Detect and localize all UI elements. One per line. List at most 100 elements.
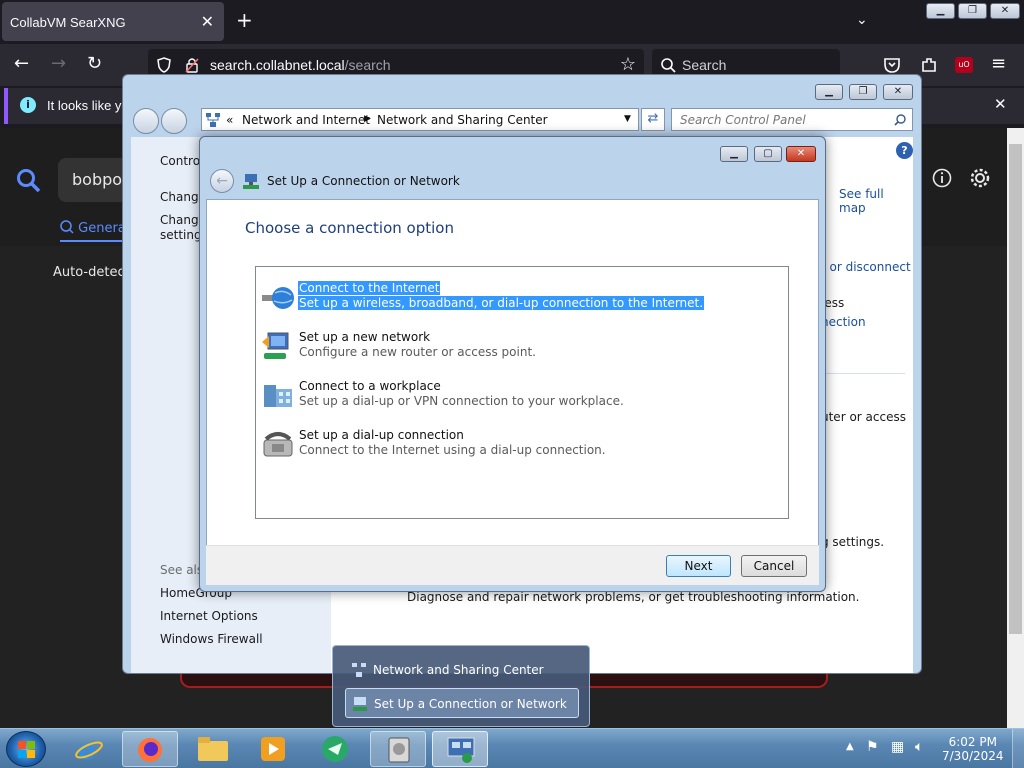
see-also-internet-options[interactable]: Internet Options — [160, 609, 258, 623]
show-hidden-icons[interactable]: ▲ — [846, 741, 854, 752]
shield-icon[interactable] — [156, 57, 172, 73]
taskbar-explorer[interactable] — [186, 731, 242, 767]
pocket-icon[interactable] — [883, 56, 901, 74]
restore-button[interactable]: ❐ — [958, 3, 987, 19]
page-scrollbar[interactable] — [1007, 128, 1024, 728]
reload-icon[interactable]: ↻ — [87, 54, 102, 74]
settings-text: g settings. — [821, 535, 885, 549]
network-center-icon — [447, 737, 475, 763]
show-desktop-button[interactable] — [1012, 729, 1024, 768]
tab-title: CollabVM SearXNG — [10, 15, 126, 30]
clock-date: 7/30/2024 — [942, 749, 1004, 763]
network-center-icon — [352, 663, 366, 677]
cp-minimize-button[interactable]: ▁ — [815, 84, 843, 100]
dialog-close-button[interactable]: ✕ — [786, 146, 816, 162]
browser-tab[interactable]: CollabVM SearXNG ✕ — [2, 2, 224, 41]
option-desc: Set up a wireless, broadband, or dial-up… — [298, 296, 705, 310]
search-icon — [661, 58, 676, 73]
insecure-lock-icon[interactable] — [184, 57, 200, 73]
search-placeholder: Search — [682, 57, 727, 73]
close-notification-icon[interactable]: ✕ — [994, 95, 1007, 113]
extensions-icon[interactable] — [920, 56, 938, 74]
breadcrumb-arrow-icon[interactable]: ▶ — [364, 114, 371, 124]
connection-option-list: Connect to the Internet Set up a wireles… — [255, 266, 789, 519]
cp-back-button[interactable] — [133, 108, 159, 134]
scrollbar-thumb[interactable] — [1009, 144, 1022, 634]
cp-search-box[interactable]: Search Control Panel — [671, 108, 913, 131]
dialog-body: Choose a connection option Connect to th… — [206, 199, 819, 585]
chevron-down-icon[interactable]: ⌄ — [856, 12, 868, 28]
cp-divider — [821, 373, 905, 374]
taskbar-control-panel[interactable] — [432, 731, 488, 767]
volume-muted-icon[interactable]: 🔈︎ — [915, 739, 923, 755]
option-new-network[interactable]: Set up a new network Configure a new rou… — [262, 326, 782, 366]
taskbar-app[interactable] — [308, 731, 364, 767]
back-icon[interactable]: ← — [14, 54, 29, 74]
connection-link[interactable]: nection — [821, 315, 866, 329]
option-connect-internet[interactable]: Connect to the Internet Set up a wireles… — [262, 277, 782, 317]
cp-left-control[interactable]: Control — [160, 154, 203, 168]
option-title: Set up a new network — [299, 330, 431, 344]
active-tab-underline — [60, 240, 124, 242]
help-icon[interactable]: ? — [896, 142, 913, 159]
close-button[interactable]: ✕ — [990, 3, 1020, 19]
taskbar-internet-explorer[interactable]: e — [62, 731, 118, 767]
refresh-icon[interactable]: ⇄ — [641, 108, 665, 131]
option-desc: Set up a dial-up or VPN connection to yo… — [299, 394, 624, 408]
network-setup-icon — [243, 174, 259, 189]
hamburger-menu-icon[interactable]: ≡ — [991, 54, 1006, 74]
browser-tab-bar: CollabVM SearXNG ✕ + ⌄ ▁ ❐ ✕ — [0, 0, 1024, 44]
connect-disconnect-link[interactable]: t or disconnect — [821, 260, 911, 274]
bookmark-star-icon[interactable]: ☆ — [620, 54, 636, 75]
windows-logo-icon — [18, 741, 35, 758]
searxng-logo-icon[interactable] — [16, 168, 42, 194]
start-button[interactable] — [6, 731, 46, 767]
forward-icon[interactable]: → — [51, 54, 66, 74]
breadcrumb-sharing-center[interactable]: Network and Sharing Center — [377, 113, 548, 127]
minimize-button[interactable]: ▁ — [926, 3, 955, 19]
address-dropdown-icon[interactable]: ▼ — [624, 114, 631, 124]
notification-text: It looks like yo — [47, 98, 129, 113]
thumb-setup-connection[interactable]: Set Up a Connection or Network — [345, 688, 579, 718]
diagnose-text: Diagnose and repair network problems, or… — [407, 590, 860, 604]
option-dialup[interactable]: Set up a dial-up connection Connect to t… — [262, 424, 782, 464]
taskbar-network-app[interactable] — [370, 731, 426, 767]
ublock-icon[interactable]: uO — [955, 57, 973, 73]
dialog-back-button[interactable]: ← — [210, 169, 234, 193]
taskbar-media-player[interactable] — [246, 731, 302, 767]
thumb-network-sharing-center[interactable]: Network and Sharing Center — [345, 655, 579, 685]
taskbar-clock[interactable]: 6:02 PM 7/30/2024 — [942, 735, 1004, 763]
dialog-heading: Choose a connection option — [245, 219, 454, 237]
close-tab-icon[interactable]: ✕ — [201, 12, 214, 32]
tab-general[interactable]: Genera — [60, 220, 126, 236]
flag-icon[interactable]: ⚑ — [866, 739, 879, 755]
ie-icon: e — [75, 735, 103, 763]
cp-forward-button[interactable] — [161, 108, 187, 134]
cp-address-bar[interactable]: « Network and Internet ▶ Network and Sha… — [201, 108, 639, 131]
taskbar-firefox[interactable] — [122, 731, 178, 767]
search-icon[interactable] — [894, 114, 906, 126]
router-icon — [262, 332, 289, 359]
see-also-windows-firewall[interactable]: Windows Firewall — [160, 632, 263, 646]
info-circle-icon[interactable] — [932, 168, 952, 188]
network-setup-icon — [353, 697, 367, 711]
drive-icon — [388, 737, 410, 763]
network-tray-icon[interactable]: ▦ — [891, 739, 904, 755]
next-button[interactable]: Next — [666, 555, 731, 577]
taskbar: e ▲ ⚑ ▦ 🔈︎ 6:02 PM 7/30/2024 — [0, 728, 1024, 768]
cp-restore-button[interactable]: ❐ — [849, 84, 877, 100]
gear-icon[interactable] — [969, 167, 991, 189]
cancel-button[interactable]: Cancel — [741, 555, 807, 577]
cp-close-button[interactable]: ✕ — [883, 84, 913, 100]
dialog-maximize-button[interactable]: ▢ — [754, 146, 782, 162]
option-desc: Connect to the Internet using a dial-up … — [299, 443, 606, 457]
see-full-map-link[interactable]: See full map — [839, 187, 913, 215]
dialog-minimize-button[interactable]: ▁ — [720, 146, 748, 162]
new-tab-button[interactable]: + — [236, 10, 253, 30]
breadcrumb-network-internet[interactable]: Network and Internet — [242, 113, 370, 127]
option-title: Connect to the Internet — [298, 281, 441, 295]
search-icon — [60, 220, 74, 234]
query-input[interactable]: bobpor — [58, 158, 129, 202]
router-access-text: uter or access — [821, 410, 906, 424]
option-workplace[interactable]: Connect to a workplace Set up a dial-up … — [262, 375, 782, 415]
